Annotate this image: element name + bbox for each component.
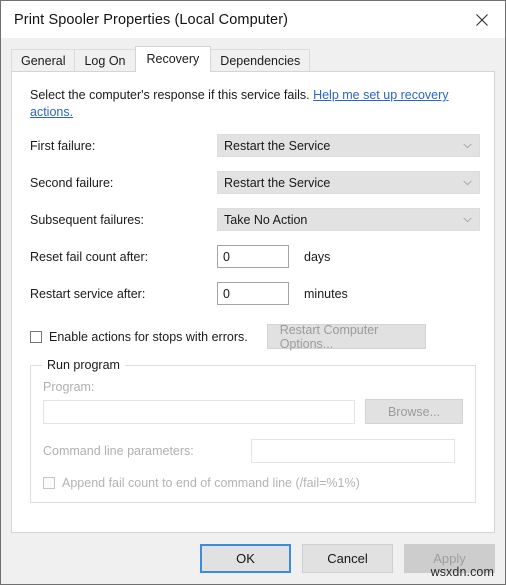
enable-actions-checkbox[interactable] bbox=[30, 330, 42, 343]
second-failure-label: Second failure: bbox=[30, 175, 114, 190]
program-label: Program: bbox=[43, 380, 95, 394]
first-failure-label: First failure: bbox=[30, 138, 96, 153]
restart-service-after-value: 0 bbox=[223, 286, 230, 301]
reset-fail-count-value: 0 bbox=[223, 249, 230, 264]
append-fail-count-label: Append fail count to end of command line… bbox=[62, 476, 360, 490]
browse-button[interactable]: Browse... bbox=[365, 399, 463, 424]
first-failure-value: Restart the Service bbox=[224, 138, 331, 153]
window-title: Print Spooler Properties (Local Computer… bbox=[14, 11, 289, 28]
restart-service-after-input[interactable]: 0 bbox=[217, 282, 289, 305]
run-program-group: Run program Program: Browse... Command l… bbox=[30, 358, 476, 503]
row-program: Browse... bbox=[43, 399, 463, 424]
subsequent-failures-value: Take No Action bbox=[224, 212, 308, 227]
row-restart-service-after: Restart service after: 0 minutes bbox=[26, 282, 480, 305]
apply-button[interactable]: Apply bbox=[404, 544, 495, 573]
restart-service-after-label: Restart service after: bbox=[30, 286, 146, 301]
row-reset-fail-count: Reset fail count after: 0 days bbox=[26, 245, 480, 268]
second-failure-value: Restart the Service bbox=[224, 175, 331, 190]
row-enable-actions: Enable actions for stops with errors. Re… bbox=[26, 323, 480, 351]
reset-fail-count-unit: days bbox=[304, 249, 331, 264]
restart-computer-options-button[interactable]: Restart Computer Options... bbox=[266, 323, 426, 351]
command-line-input[interactable] bbox=[251, 439, 455, 463]
command-line-label: Command line parameters: bbox=[43, 444, 194, 458]
description-text: Select the computer's response if this s… bbox=[30, 88, 310, 102]
program-input[interactable] bbox=[43, 399, 355, 424]
subsequent-failures-label: Subsequent failures: bbox=[30, 212, 144, 227]
recovery-description: Select the computer's response if this s… bbox=[30, 87, 480, 120]
chevron-down-icon bbox=[463, 217, 472, 223]
properties-dialog: Print Spooler Properties (Local Computer… bbox=[0, 0, 506, 585]
tab-general[interactable]: General bbox=[11, 49, 76, 71]
ok-button[interactable]: OK bbox=[200, 544, 291, 573]
chevron-down-icon bbox=[463, 180, 472, 186]
cancel-button[interactable]: Cancel bbox=[302, 544, 393, 573]
row-first-failure: First failure: Restart the Service bbox=[26, 134, 480, 157]
subsequent-failures-dropdown[interactable]: Take No Action bbox=[217, 208, 480, 231]
append-fail-count-checkbox[interactable] bbox=[43, 477, 55, 489]
tab-recovery[interactable]: Recovery bbox=[134, 46, 212, 72]
recovery-tab-panel: Select the computer's response if this s… bbox=[11, 71, 495, 533]
title-bar: Print Spooler Properties (Local Computer… bbox=[1, 1, 505, 38]
tab-log-on[interactable]: Log On bbox=[74, 49, 136, 71]
restart-service-after-unit: minutes bbox=[304, 286, 348, 301]
row-second-failure: Second failure: Restart the Service bbox=[26, 171, 480, 194]
first-failure-dropdown[interactable]: Restart the Service bbox=[217, 134, 480, 157]
row-append-fail-count: Append fail count to end of command line… bbox=[43, 476, 463, 490]
enable-actions-label: Enable actions for stops with errors. bbox=[49, 329, 248, 344]
dialog-footer: OK Cancel Apply wsxdn.com bbox=[1, 533, 505, 584]
close-icon[interactable] bbox=[459, 1, 505, 38]
row-command-line: Command line parameters: bbox=[43, 439, 463, 463]
row-subsequent-failures: Subsequent failures: Take No Action bbox=[26, 208, 480, 231]
second-failure-dropdown[interactable]: Restart the Service bbox=[217, 171, 480, 194]
reset-fail-count-input[interactable]: 0 bbox=[217, 245, 289, 268]
tab-dependencies[interactable]: Dependencies bbox=[210, 49, 311, 71]
reset-fail-count-label: Reset fail count after: bbox=[30, 249, 149, 264]
tab-strip: General Log On Recovery Dependencies bbox=[11, 45, 505, 72]
run-program-legend: Run program bbox=[42, 358, 125, 372]
chevron-down-icon bbox=[463, 143, 472, 149]
